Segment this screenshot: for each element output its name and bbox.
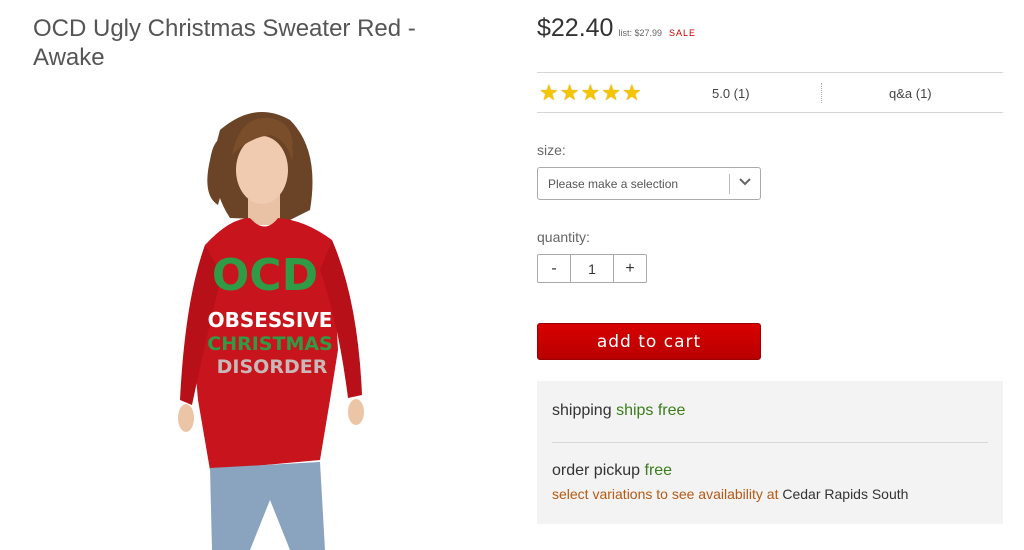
star-icon: ★: [580, 80, 601, 105]
star-icon: ★: [559, 80, 580, 105]
availability-link[interactable]: select variations to see availability: [552, 486, 763, 502]
quantity-label: quantity:: [537, 229, 590, 245]
list-price: list: $27.99: [618, 28, 662, 38]
size-label: size:: [537, 142, 566, 158]
size-select-placeholder: Please make a selection: [548, 177, 679, 191]
pickup-row: order pickup free: [552, 462, 672, 480]
chevron-down-icon: [739, 178, 751, 186]
sweater-text-disorder: DISORDER: [217, 356, 328, 378]
price-row: $22.40 list: $27.99 SALE: [537, 14, 696, 43]
price: $22.40: [537, 14, 614, 42]
star-icon: ★: [539, 80, 559, 105]
store-name[interactable]: Cedar Rapids South: [782, 486, 908, 502]
product-title: OCD Ugly Christmas Sweater Red - Awake: [33, 15, 416, 71]
pickup-status: free: [644, 462, 673, 479]
availability-at: at: [766, 486, 779, 502]
product-image[interactable]: OCD OBSESSIVE CHRISTMAS DISORDER: [170, 100, 380, 550]
sweater-text-ocd: OCD: [212, 250, 318, 301]
quantity-stepper: - 1 +: [537, 254, 647, 283]
shipping-label: shipping: [552, 402, 612, 419]
qa-link[interactable]: q&a (1): [889, 86, 932, 101]
size-select[interactable]: Please make a selection: [537, 167, 761, 200]
rating-score-link[interactable]: 5.0 (1): [712, 86, 750, 101]
sweater-text-obsessive: OBSESSIVE: [208, 308, 333, 332]
shipping-status: ships free: [616, 402, 686, 419]
star-rating[interactable]: ★ ★ ★ ★ ★: [539, 82, 642, 104]
sale-badge: SALE: [669, 28, 697, 38]
quantity-input[interactable]: 1: [571, 255, 613, 282]
star-icon: ★: [601, 80, 621, 105]
fulfillment-box: shipping ships free order pickup free se…: [537, 381, 1003, 524]
star-icon: ★: [621, 80, 642, 105]
availability-row: select variations to see availability at…: [552, 486, 908, 502]
pickup-label: order pickup: [552, 462, 641, 479]
decrement-button[interactable]: -: [538, 255, 571, 282]
rating-bar: ★ ★ ★ ★ ★ 5.0 (1) q&a (1): [537, 72, 1003, 113]
increment-button[interactable]: +: [613, 255, 646, 282]
shipping-row: shipping ships free: [552, 402, 685, 420]
divider: [552, 442, 988, 443]
sweater-text-christmas: CHRISTMAS: [207, 333, 333, 355]
add-to-cart-button[interactable]: add to cart: [537, 323, 761, 360]
divider: [821, 83, 822, 103]
divider: [729, 174, 730, 194]
